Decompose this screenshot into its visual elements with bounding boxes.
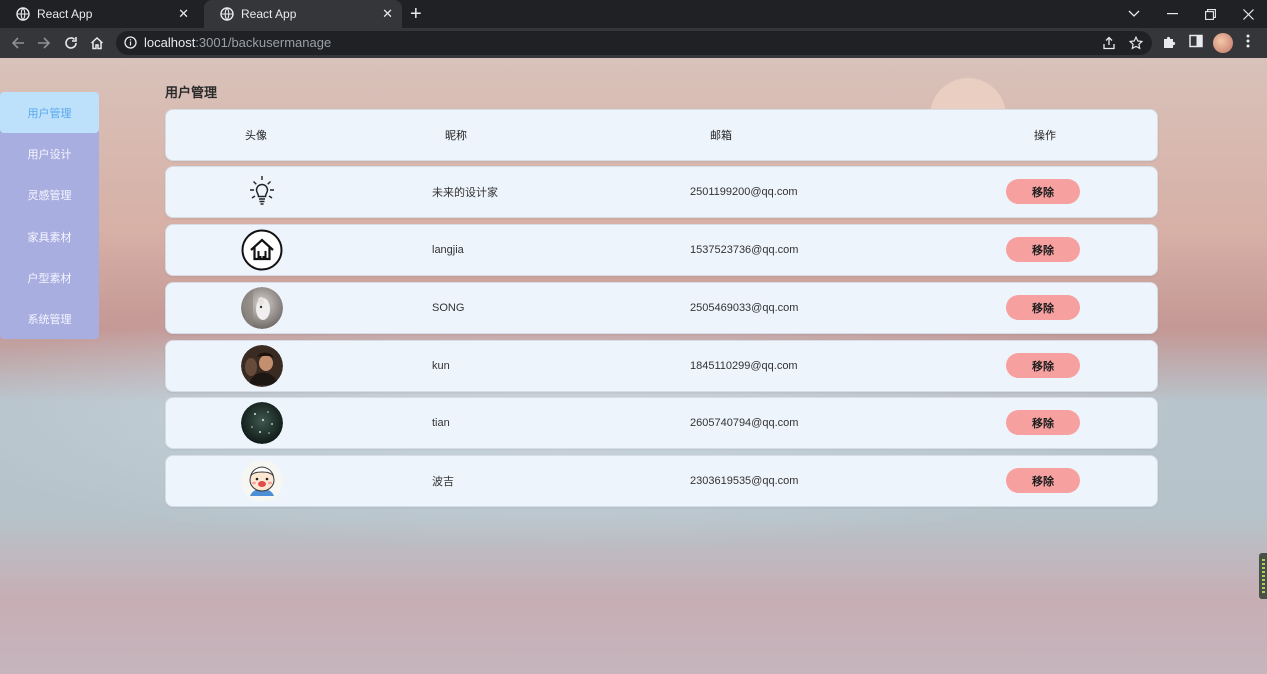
lightbulb-icon xyxy=(250,176,274,205)
header-nickname: 昵称 xyxy=(445,130,467,142)
email-cell: 2605740794@qq.com xyxy=(690,417,799,429)
close-window-icon[interactable] xyxy=(1229,0,1267,28)
table-row: kun 1845110299@qq.com 移除 xyxy=(165,340,1158,392)
minimize-icon[interactable] xyxy=(1153,0,1191,28)
globe-icon xyxy=(16,7,30,21)
page-viewport: 用户管理 用户设计 灵感管理 家具素材 户型素材 系统管理 用户管理 头像 昵称… xyxy=(0,58,1267,674)
avatar xyxy=(241,229,283,271)
sidebar: 用户管理 用户设计 灵感管理 家具素材 户型素材 系统管理 xyxy=(0,92,99,339)
tab-title: React App xyxy=(37,7,93,21)
avatar xyxy=(241,345,283,387)
remove-button[interactable]: 移除 xyxy=(1006,179,1080,204)
avatar xyxy=(241,171,283,213)
nickname-cell: 未来的设计家 xyxy=(432,187,498,199)
email-cell: 1845110299@qq.com xyxy=(690,360,798,372)
url-text: localhost:3001/backusermanage xyxy=(144,35,331,50)
tab-search-icon[interactable] xyxy=(1115,0,1153,28)
table-row: 波吉 2303619535@qq.com 移除 xyxy=(165,455,1158,507)
table-row: langjia 1537523736@qq.com 移除 xyxy=(165,224,1158,276)
night-photo-icon xyxy=(241,402,283,444)
remove-button[interactable]: 移除 xyxy=(1006,468,1080,493)
edge-widget[interactable] xyxy=(1259,553,1267,599)
nickname-cell: langjia xyxy=(432,244,464,256)
remove-button[interactable]: 移除 xyxy=(1006,410,1080,435)
email-cell: 2501199200@qq.com xyxy=(690,186,798,198)
header-action: 操作 xyxy=(1034,130,1056,142)
table-row: 未来的设计家 2501199200@qq.com 移除 xyxy=(165,166,1158,218)
house-logo-icon xyxy=(241,229,283,271)
remove-button[interactable]: 移除 xyxy=(1006,237,1080,262)
close-tab-icon[interactable]: ✕ xyxy=(178,6,189,22)
home-icon[interactable] xyxy=(88,34,106,52)
cartoon-avatar-icon xyxy=(241,460,283,502)
browser-tab[interactable]: React App ✕ xyxy=(0,0,198,28)
avatar xyxy=(241,460,283,502)
email-cell: 2303619535@qq.com xyxy=(690,475,799,487)
close-tab-icon[interactable]: ✕ xyxy=(382,6,393,22)
avatar xyxy=(241,402,283,444)
avatar xyxy=(241,287,283,329)
table-header: 头像 昵称 邮箱 操作 xyxy=(165,109,1158,161)
puzzle-icon[interactable] xyxy=(1162,34,1177,49)
tab-strip: React App ✕ React App ✕ + xyxy=(0,0,1267,28)
star-icon[interactable] xyxy=(1129,36,1143,50)
table-row: tian 2605740794@qq.com 移除 xyxy=(165,397,1158,449)
sidebar-item-inspiration[interactable]: 灵感管理 xyxy=(0,175,99,216)
remove-button[interactable]: 移除 xyxy=(1006,353,1080,378)
header-avatar: 头像 xyxy=(245,130,267,142)
table-row: SONG 2505469033@qq.com 移除 xyxy=(165,282,1158,334)
info-icon[interactable] xyxy=(124,36,137,49)
sidebar-item-floorplan[interactable]: 户型素材 xyxy=(0,257,99,298)
url-path: :3001/backusermanage xyxy=(195,35,332,50)
remove-button[interactable]: 移除 xyxy=(1006,295,1080,320)
sidebar-item-user-design[interactable]: 用户设计 xyxy=(0,133,99,174)
page-title: 用户管理 xyxy=(165,85,218,100)
profile-avatar[interactable] xyxy=(1213,33,1233,53)
nickname-cell: tian xyxy=(432,417,450,429)
sidepanel-icon[interactable] xyxy=(1189,34,1203,48)
new-tab-icon[interactable]: + xyxy=(410,3,422,25)
header-email: 邮箱 xyxy=(710,130,732,142)
url-host: localhost xyxy=(144,35,196,50)
address-bar[interactable]: localhost:3001/backusermanage xyxy=(116,31,1152,55)
email-cell: 2505469033@qq.com xyxy=(690,302,799,314)
sidebar-item-system[interactable]: 系统管理 xyxy=(0,298,99,339)
dog-photo-icon xyxy=(241,287,283,329)
restore-icon[interactable] xyxy=(1191,0,1229,28)
email-cell: 1537523736@qq.com xyxy=(690,244,799,256)
nickname-cell: SONG xyxy=(432,302,465,314)
back-icon[interactable] xyxy=(9,34,27,52)
browser-toolbar: localhost:3001/backusermanage xyxy=(0,28,1267,58)
nickname-cell: kun xyxy=(432,360,450,372)
sidebar-item-furniture[interactable]: 家具素材 xyxy=(0,216,99,257)
sidebar-item-user-management[interactable]: 用户管理 xyxy=(0,92,99,134)
browser-tab-active[interactable]: React App ✕ xyxy=(204,0,402,28)
reload-icon[interactable] xyxy=(62,34,80,52)
kebab-menu-icon[interactable] xyxy=(1246,34,1250,48)
nickname-cell: 波吉 xyxy=(432,476,454,488)
person-photo-icon xyxy=(241,345,283,387)
globe-icon xyxy=(220,7,234,21)
share-icon[interactable] xyxy=(1102,36,1116,50)
forward-icon[interactable] xyxy=(35,34,53,52)
tab-title: React App xyxy=(241,7,297,21)
